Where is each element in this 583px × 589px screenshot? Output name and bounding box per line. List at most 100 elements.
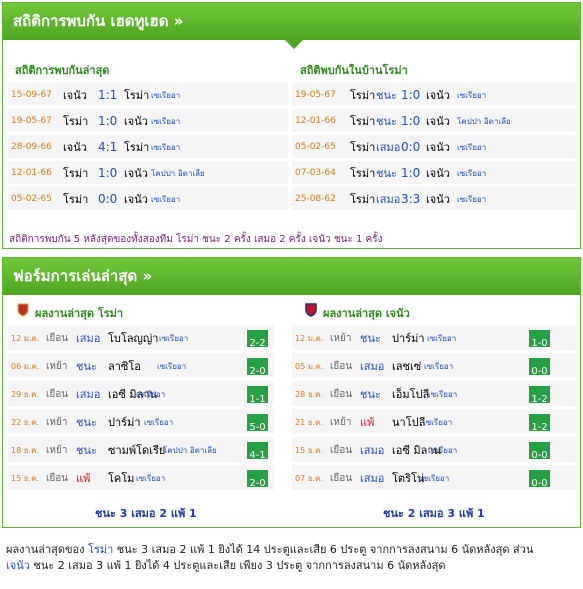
score-badge[interactable]: 1-2	[529, 414, 550, 433]
h2h-header: สถิติการพบกัน เฮดทูเฮด »	[3, 3, 580, 49]
away-team[interactable]: เจนัว	[426, 109, 450, 134]
opponent-team[interactable]: ปาร์ม่า	[392, 325, 425, 352]
opponent-team[interactable]: ซามพ์โดเรีย	[108, 437, 165, 464]
away-team[interactable]: เจนัว	[426, 135, 450, 160]
match-result: ชนะ	[76, 416, 97, 429]
league-name[interactable]: เซเรียอา	[428, 381, 457, 408]
league-name[interactable]: เซเรียอา	[427, 325, 456, 352]
footer-text: ผลงานล่าสุดของ	[6, 543, 85, 556]
home-team[interactable]: โรม่า	[350, 187, 375, 212]
form-left-total: ชนะ 3 เสมอ 2 แพ้ 1	[95, 507, 197, 520]
form-row: 12 ม.ค. เยือน เสมอ โบโลญญ่า เซเรียอา 2-2	[8, 325, 274, 352]
opponent-team[interactable]: โคโม	[108, 465, 134, 492]
roma-crest-icon	[17, 303, 29, 320]
score-badge[interactable]: 2-0	[247, 358, 268, 377]
league-name[interactable]: เซเรียอา	[457, 187, 486, 212]
score-badge[interactable]: 2-0	[247, 470, 268, 489]
match-score[interactable]: 0:0	[401, 135, 420, 160]
form-row: 18 ธ.ค. เหย้า ชนะ ซามพ์โดเรีย โคปปา อิตาเลีย…	[8, 437, 274, 464]
score-badge[interactable]: 0-0	[529, 358, 550, 377]
form-left-title: ผลงานล่าสุด โรม่า	[35, 307, 124, 320]
match-score[interactable]: 1:0	[98, 161, 117, 186]
league-name[interactable]: โคปปา อิตาเลีย	[151, 161, 205, 186]
match-result: เสมอ	[360, 444, 385, 457]
match-date: 15 ธ.ค.	[11, 474, 40, 483]
opponent-team[interactable]: นาโปลี	[392, 409, 425, 436]
venue-label: เยือน	[330, 361, 353, 372]
league-name[interactable]: เซเรียอา	[457, 83, 486, 108]
league-name[interactable]: เซเรียอา	[157, 353, 186, 380]
away-team[interactable]: โรม่า	[124, 135, 149, 160]
home-team[interactable]: เจนัว	[63, 83, 87, 108]
home-team[interactable]: โรม่า	[63, 109, 88, 134]
venue-label: เหย้า	[46, 417, 68, 428]
league-name[interactable]: เซเรียอา	[151, 83, 180, 108]
form-right-total: ชนะ 2 เสมอ 3 แพ้ 1	[383, 507, 485, 520]
away-team[interactable]: เจนัว	[124, 161, 148, 186]
venue-label: เยือน	[330, 389, 353, 400]
away-team[interactable]: เจนัว	[124, 187, 148, 212]
match-date: 12 ม.ค.	[295, 334, 324, 343]
home-team[interactable]: โรม่า	[350, 109, 375, 134]
league-name[interactable]: เซเรียอา	[428, 437, 457, 464]
league-name[interactable]: เซเรียอา	[420, 465, 449, 492]
home-team[interactable]: โรม่า	[350, 135, 375, 160]
opponent-team[interactable]: เอ็มโปลี	[392, 381, 429, 408]
league-name[interactable]: เซเรียอา	[136, 381, 165, 408]
league-name[interactable]: เซเรียอา	[151, 135, 180, 160]
score-badge[interactable]: 2-2	[247, 330, 268, 349]
away-team[interactable]: เจนัว	[124, 109, 148, 134]
match-date: 19-05-67	[295, 90, 336, 100]
league-name[interactable]: เซเรียอา	[151, 109, 180, 134]
away-team[interactable]: เจนัว	[426, 161, 450, 186]
match-score[interactable]: 1:0	[98, 109, 117, 134]
genoa-crest-icon	[305, 303, 317, 320]
home-team[interactable]: โรม่า	[350, 161, 375, 186]
match-score[interactable]: 3:3	[401, 187, 420, 212]
match-score[interactable]: 0:0	[98, 187, 117, 212]
league-name[interactable]: เซเรียอา	[423, 409, 452, 436]
league-name[interactable]: เซเรียอา	[151, 187, 180, 212]
h2h-title: สถิติการพบกัน เฮดทูเฮด »	[13, 12, 184, 30]
league-name[interactable]: เซเรียอา	[424, 353, 453, 380]
match-score[interactable]: 1:0	[401, 109, 420, 134]
score-badge[interactable]: 0-0	[529, 442, 550, 461]
away-team[interactable]: เจนัว	[426, 187, 450, 212]
match-date: 28-09-66	[11, 142, 52, 152]
score-badge[interactable]: 1-2	[529, 386, 550, 405]
score-badge[interactable]: 4-1	[247, 442, 268, 461]
match-score[interactable]: 1:0	[401, 161, 420, 186]
h2h-row: 19-05-67 โรม่า 1:0 เจนัว เซเรียอา	[8, 109, 288, 134]
match-score[interactable]: 1:0	[401, 83, 420, 108]
opponent-team[interactable]: ปาร์ม่า	[108, 409, 141, 436]
opponent-team[interactable]: ลาซิโอ	[108, 353, 141, 380]
league-name[interactable]: เซเรียอา	[457, 161, 486, 186]
score-badge[interactable]: 1-0	[529, 330, 550, 349]
match-date: 18 ธ.ค.	[11, 446, 40, 455]
league-name[interactable]: เซเรียอา	[457, 135, 486, 160]
footer-team-roma[interactable]: โรม่า	[88, 543, 113, 556]
opponent-team[interactable]: โบโลญญ่า	[108, 325, 158, 352]
home-team[interactable]: โรม่า	[63, 187, 88, 212]
league-name[interactable]: โคปปา อิตาเลีย	[457, 109, 511, 134]
score-badge[interactable]: 5-0	[247, 414, 268, 433]
league-name[interactable]: เซเรียอา	[136, 465, 165, 492]
score-badge[interactable]: 1-1	[247, 386, 268, 405]
match-score[interactable]: 4:1	[98, 135, 117, 160]
league-name[interactable]: โคปปา อิตาเลีย	[163, 437, 217, 464]
league-name[interactable]: เซเรียอา	[144, 409, 173, 436]
score-badge[interactable]: 0-0	[529, 470, 550, 489]
league-name[interactable]: เซเรียอา	[159, 325, 188, 352]
away-team[interactable]: โรม่า	[124, 83, 149, 108]
match-score[interactable]: 1:1	[98, 83, 117, 108]
match-result: เสมอ	[376, 193, 401, 206]
opponent-team[interactable]: เลชเซ่	[392, 353, 421, 380]
home-team[interactable]: โรม่า	[350, 83, 375, 108]
home-team[interactable]: โรม่า	[63, 161, 88, 186]
venue-label: เหย้า	[46, 361, 68, 372]
venue-label: เยือน	[46, 473, 69, 484]
home-team[interactable]: เจนัว	[63, 135, 87, 160]
away-team[interactable]: เจนัว	[426, 83, 450, 108]
h2h-row: 28-09-66 เจนัว 4:1 โรม่า เซเรียอา	[8, 135, 288, 160]
footer-team-genoa[interactable]: เจนัว	[6, 559, 30, 572]
